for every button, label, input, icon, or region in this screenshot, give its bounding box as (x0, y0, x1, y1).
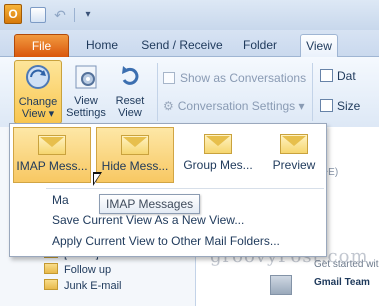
conversation-settings-label: Conversation Settings (177, 99, 296, 113)
arrangement-date-label: Dat (337, 69, 356, 83)
view-imap-messages[interactable]: IMAP Mess... (13, 127, 91, 183)
view-settings-label-2: Settings (66, 107, 106, 119)
change-view-icon (26, 65, 50, 89)
view-label: Preview (272, 158, 316, 172)
reset-view-button[interactable]: Reset View (110, 60, 150, 124)
change-view-label-2: View (21, 108, 46, 120)
show-as-conversations-checkbox[interactable]: Show as Conversations (163, 69, 306, 87)
ribbon-tabs: File Home Send / Receive Folder View (0, 30, 379, 58)
folder-icon (44, 263, 58, 274)
tab-view[interactable]: View (300, 34, 338, 58)
outlook-app-icon[interactable]: O (4, 4, 22, 24)
change-view-dropdown: IMAP Mess... Hide Mess... Group Mes... P… (9, 123, 327, 257)
outlook-window: O ↶ ▾ File Home Send / Receive Folder Vi… (0, 0, 379, 306)
envelope-icon (121, 135, 149, 155)
apply-view-menu-item[interactable]: Apply Current View to Other Mail Folders… (52, 232, 280, 250)
folder-follow-up[interactable]: Follow up (44, 263, 111, 278)
change-view-button[interactable]: Change View ▾ (14, 60, 62, 124)
undo-icon[interactable]: ↶ (52, 7, 68, 23)
ribbon-separator-2 (312, 63, 313, 121)
envelope-icon (204, 134, 232, 154)
change-view-label-1: Change (18, 96, 58, 108)
view-gallery: IMAP Mess... Hide Mess... Group Mes... P… (13, 127, 323, 185)
view-group-messages[interactable]: Group Mes... (179, 127, 257, 183)
tooltip: IMAP Messages (99, 194, 201, 214)
view-preview[interactable]: Preview (255, 127, 333, 183)
contact-avatar (270, 275, 292, 295)
gear-icon (75, 65, 97, 89)
view-settings-button[interactable]: View Settings (64, 60, 108, 124)
folder-label: Follow up (64, 264, 112, 276)
dropdown-separator (46, 188, 324, 189)
reset-view-label-2: View (118, 107, 142, 119)
envelope-icon (280, 134, 308, 154)
arrangement-size-label: Size (337, 99, 361, 113)
reset-arrow-icon (122, 66, 139, 85)
view-settings-label-1: View (74, 95, 98, 107)
dropdown-arrow-icon: ▾ (45, 108, 55, 120)
tab-folder[interactable]: Folder (238, 34, 282, 57)
ribbon-view: Change View ▾ View Settings Reset View S… (0, 57, 379, 127)
customize-qat-icon[interactable]: ▾ (80, 7, 96, 23)
tab-home[interactable]: Home (80, 34, 124, 57)
view-label: Hide Mess... (101, 159, 169, 173)
size-icon (320, 99, 333, 112)
mouse-cursor-icon (93, 172, 102, 186)
tab-file[interactable]: File (14, 34, 69, 57)
tab-send-receive[interactable]: Send / Receive (138, 34, 226, 57)
manage-views-menu-item[interactable]: Ma (52, 191, 69, 209)
view-hide-messages[interactable]: Hide Mess... (96, 127, 174, 183)
reset-view-label-1: Reset (115, 95, 145, 107)
envelope-icon (38, 135, 66, 155)
calendar-icon (320, 69, 333, 82)
arrangement-size-button[interactable]: Size (320, 97, 360, 115)
view-label: IMAP Mess... (16, 159, 88, 173)
folder-label: Junk E-mail (64, 280, 122, 292)
qat-separator (74, 8, 75, 22)
ribbon-separator (157, 63, 158, 121)
title-bar: O ↶ ▾ (0, 0, 379, 30)
view-label: Group Mes... (183, 158, 253, 172)
chevron-down-icon: ▾ (295, 99, 305, 113)
folder-junk[interactable]: Junk E-mail (44, 279, 121, 294)
message-sender[interactable]: Gmail Team (314, 277, 370, 288)
checkbox-icon (163, 72, 175, 84)
arrangement-date-button[interactable]: Dat (320, 67, 356, 85)
show-as-conversations-label: Show as Conversations (180, 71, 307, 85)
conversation-settings-button[interactable]: ⚙ Conversation Settings ▾ (163, 97, 305, 115)
send-receive-icon[interactable] (30, 7, 46, 23)
folder-icon (44, 279, 58, 290)
conversation-settings-icon: ⚙ (163, 99, 174, 113)
